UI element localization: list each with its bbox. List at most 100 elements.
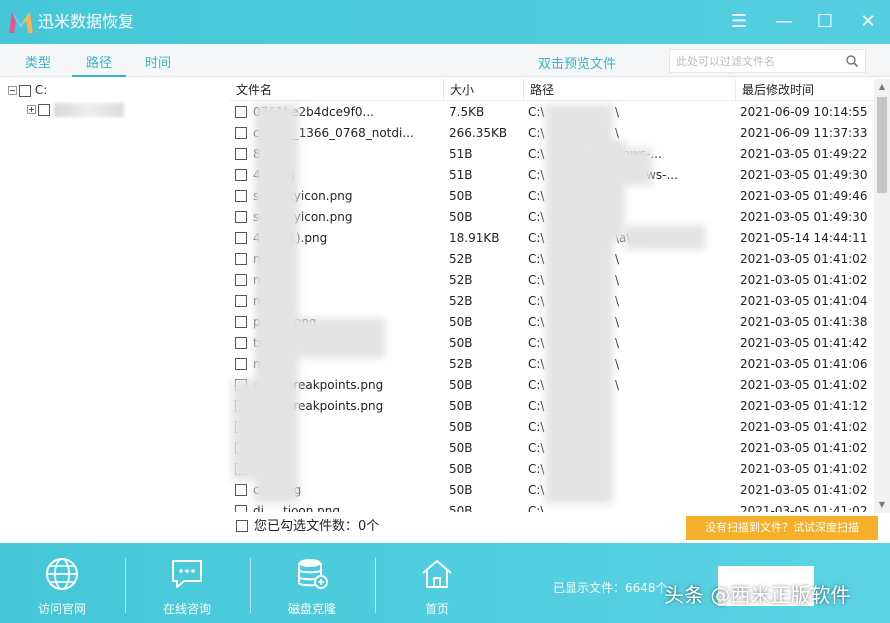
column-header-size[interactable]: 大小 (443, 79, 523, 101)
modified-time: 2021-03-05 01:41:12 (740, 399, 868, 413)
file-path: C:\ (528, 273, 545, 287)
column-header-name[interactable]: 文件名 (230, 79, 443, 101)
row-checkbox[interactable] (235, 337, 247, 349)
modified-time: 2021-03-05 01:41:02 (740, 504, 868, 512)
file-path: C:\ (528, 378, 545, 392)
row-checkbox[interactable] (235, 232, 247, 244)
menu-button[interactable]: ☰ (727, 10, 751, 34)
row-checkbox[interactable] (235, 190, 247, 202)
file-size: 52B (449, 252, 473, 266)
maximize-button[interactable]: ☐ (813, 10, 837, 34)
row-checkbox[interactable] (235, 106, 247, 118)
tab-type[interactable]: 类型 (22, 52, 54, 77)
nav-label: 在线咨询 (162, 602, 211, 616)
modified-time: 2021-03-05 01:49:46 (740, 189, 868, 203)
file-name: di ... tioon.png (253, 504, 341, 512)
deep-scan-button[interactable]: 没有扫描到文件？试试深度扫描 (686, 516, 878, 540)
file-size: 50B (449, 483, 473, 497)
file-path-tail: \ (615, 357, 620, 371)
file-path: C:\ (528, 357, 545, 371)
file-size: 52B (449, 357, 473, 371)
file-path: C:\ (528, 231, 545, 245)
scroll-up-icon[interactable]: ▲ (877, 82, 887, 92)
row-checkbox[interactable] (235, 358, 247, 370)
shown-files-count: 已显示文件：6648个 (553, 581, 668, 595)
modified-time: 2021-03-05 01:41:02 (740, 441, 868, 455)
modified-time: 2021-03-05 01:41:42 (740, 336, 868, 350)
file-path: C:\ (528, 441, 545, 455)
file-path-tail: \ (615, 294, 620, 308)
redaction-blur (290, 318, 385, 358)
collapse-icon[interactable] (8, 86, 17, 95)
minimize-button[interactable]: — (772, 10, 796, 34)
redaction-blur (612, 148, 652, 186)
selected-count-label: 您已勾选文件数： (254, 519, 359, 534)
file-size: 51B (449, 168, 473, 182)
tab-time[interactable]: 时间 (142, 52, 174, 77)
chat-icon (172, 560, 202, 588)
search-icon[interactable] (845, 54, 859, 68)
file-size: 18.91KB (449, 231, 500, 245)
expand-icon[interactable] (27, 105, 36, 114)
file-path: C:\ (528, 504, 545, 512)
row-checkbox[interactable] (235, 295, 247, 307)
file-path-tail: \ (615, 105, 620, 119)
redacted-folder-name (53, 102, 124, 117)
file-path: C:\ (528, 210, 545, 224)
vertical-scrollbar[interactable]: ▲ ▼ (874, 79, 890, 513)
file-path: C:\ (528, 315, 545, 329)
scroll-down-icon[interactable]: ▼ (877, 500, 887, 510)
visit-website-button[interactable]: 访问官网 (0, 543, 124, 623)
file-path-tail: \ (615, 336, 620, 350)
tree-root-label: C: (34, 83, 48, 97)
file-size: 50B (449, 378, 473, 392)
row-checkbox[interactable] (235, 274, 247, 286)
row-checkbox[interactable] (235, 127, 247, 139)
redaction-blur (232, 380, 262, 480)
column-header-path[interactable]: 路径 (523, 79, 735, 101)
app-title: 迅米数据恢复 (38, 12, 135, 31)
select-all-checkbox[interactable] (236, 520, 248, 532)
row-checkbox[interactable] (235, 316, 247, 328)
tree-checkbox[interactable] (38, 103, 50, 116)
row-checkbox[interactable] (235, 211, 247, 223)
file-size: 50B (449, 420, 473, 434)
disk-clone-button[interactable]: 磁盘克隆 (250, 543, 374, 623)
nav-label: 磁盘克隆 (287, 602, 336, 616)
file-size: 50B (449, 315, 473, 329)
file-path: C:\ (528, 189, 545, 203)
scroll-thumb[interactable] (877, 97, 887, 193)
home-button[interactable]: 首页 (375, 543, 499, 623)
row-checkbox[interactable] (235, 505, 247, 512)
modified-time: 2021-03-05 01:49:22 (740, 147, 868, 161)
file-path-tail: \ (615, 315, 620, 329)
file-path-tail: \ (615, 273, 620, 287)
file-size: 266.35KB (449, 126, 508, 140)
row-checkbox[interactable] (235, 253, 247, 265)
preview-file-link[interactable]: 双击预览文件 (538, 53, 616, 72)
close-button[interactable]: ✕ (856, 10, 880, 34)
tab-path[interactable]: 路径 (72, 52, 126, 77)
row-checkbox[interactable] (235, 169, 247, 181)
filter-box (669, 49, 866, 73)
modified-time: 2021-03-05 01:49:30 (740, 210, 868, 224)
filter-input[interactable] (670, 50, 840, 72)
file-path-tail: \ (615, 378, 620, 392)
modified-time: 2021-03-05 01:41:02 (740, 378, 868, 392)
file-path: C:\ (528, 168, 545, 182)
home-icon (422, 560, 452, 588)
tree-node-child[interactable] (27, 100, 124, 118)
tree-node-c[interactable]: C: (8, 81, 47, 99)
file-path: C:\ (528, 252, 545, 266)
file-path: C:\ (528, 336, 545, 350)
row-checkbox[interactable] (235, 484, 247, 496)
selected-count-value: 0个 (358, 519, 380, 534)
column-header-time[interactable]: 最后修改时间 (735, 79, 874, 101)
tree-checkbox[interactable] (19, 84, 31, 97)
online-consult-button[interactable]: 在线咨询 (125, 543, 249, 623)
modified-time: 2021-05-14 14:44:11 (740, 231, 868, 245)
row-checkbox[interactable] (235, 148, 247, 160)
file-size: 50B (449, 399, 473, 413)
file-path: C:\ (528, 483, 545, 497)
modified-time: 2021-03-05 01:41:02 (740, 273, 868, 287)
